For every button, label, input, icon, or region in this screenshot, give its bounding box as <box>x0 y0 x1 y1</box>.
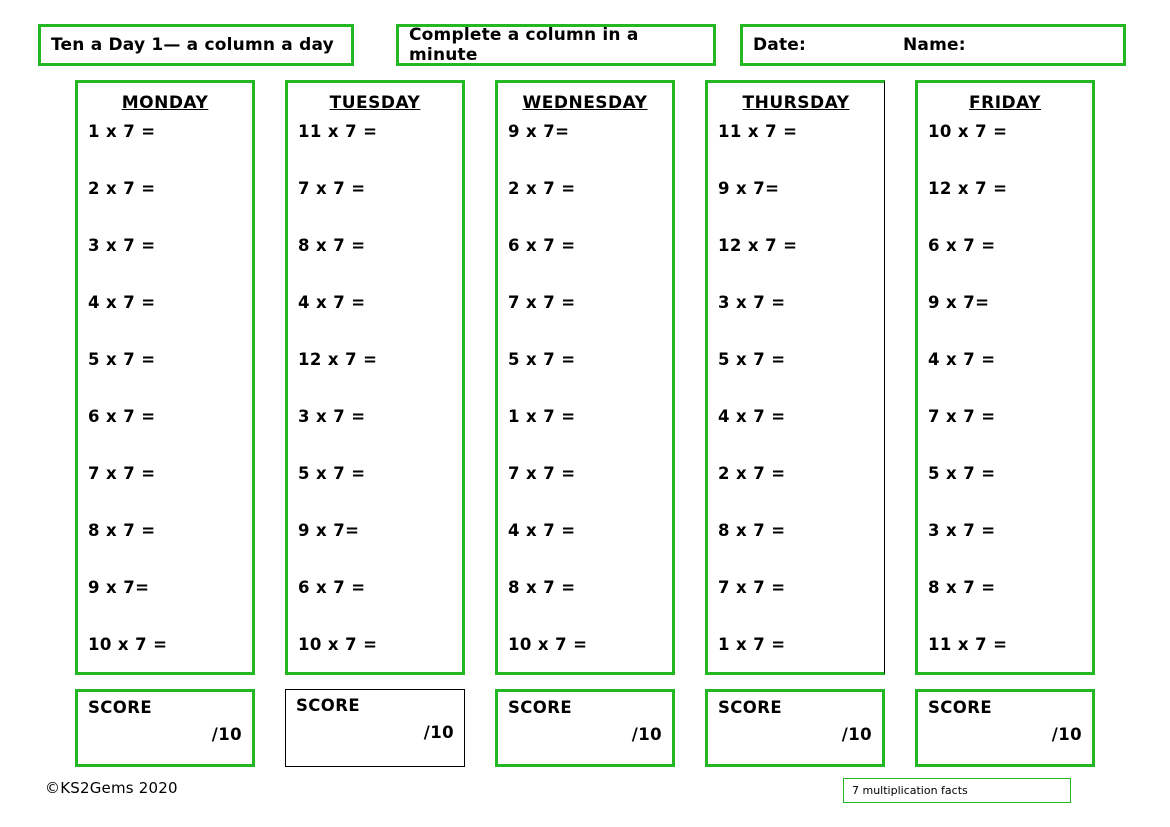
day-heading-thursday: THURSDAY <box>742 93 850 113</box>
question-item[interactable]: 7 x 7 = <box>718 574 884 631</box>
question-box-tuesday: TUESDAY 11 x 7 = 7 x 7 = 8 x 7 = 4 x 7 =… <box>285 80 465 675</box>
score-label: SCORE <box>88 698 152 717</box>
question-item[interactable]: 3 x 7 = <box>718 289 884 346</box>
day-column-thursday: THURSDAY 11 x 7 = 9 x 7= 12 x 7 = 3 x 7 … <box>705 80 885 675</box>
question-item[interactable]: 2 x 7 = <box>718 460 884 517</box>
question-item[interactable]: 8 x 7 = <box>928 574 1092 631</box>
question-list-tuesday: 11 x 7 = 7 x 7 = 8 x 7 = 4 x 7 = 12 x 7 … <box>298 118 462 688</box>
question-item[interactable]: 5 x 7 = <box>298 460 462 517</box>
question-item[interactable]: 9 x 7= <box>88 574 252 631</box>
day-column-wednesday: WEDNESDAY 9 x 7= 2 x 7 = 6 x 7 = 7 x 7 =… <box>495 80 675 675</box>
score-label: SCORE <box>928 698 992 717</box>
question-item[interactable]: 4 x 7 = <box>298 289 462 346</box>
score-out-of: /10 <box>631 725 662 744</box>
question-item[interactable]: 11 x 7 = <box>298 118 462 175</box>
question-item[interactable]: 7 x 7 = <box>928 403 1092 460</box>
question-item[interactable]: 10 x 7 = <box>88 631 252 688</box>
question-item[interactable]: 5 x 7 = <box>88 346 252 403</box>
name-label: Name: <box>903 35 966 55</box>
question-list-wednesday: 9 x 7= 2 x 7 = 6 x 7 = 7 x 7 = 5 x 7 = 1… <box>508 118 672 688</box>
question-item[interactable]: 5 x 7 = <box>508 346 672 403</box>
score-box-tuesday[interactable]: SCORE /10 <box>285 689 465 767</box>
question-item[interactable]: 4 x 7 = <box>508 517 672 574</box>
question-item[interactable]: 4 x 7 = <box>718 403 884 460</box>
question-item[interactable]: 10 x 7 = <box>508 631 672 688</box>
question-item[interactable]: 6 x 7 = <box>928 232 1092 289</box>
question-item[interactable]: 12 x 7 = <box>928 175 1092 232</box>
question-list-thursday: 11 x 7 = 9 x 7= 12 x 7 = 3 x 7 = 5 x 7 =… <box>718 118 884 688</box>
question-item[interactable]: 1 x 7 = <box>718 631 884 688</box>
worksheet-header: Ten a Day 1— a column a day Complete a c… <box>0 24 1170 66</box>
question-item[interactable]: 3 x 7 = <box>298 403 462 460</box>
score-label: SCORE <box>508 698 572 717</box>
instruction-text: Complete a column in a minute <box>409 25 639 65</box>
day-column-tuesday: TUESDAY 11 x 7 = 7 x 7 = 8 x 7 = 4 x 7 =… <box>285 80 465 675</box>
score-box-monday[interactable]: SCORE /10 <box>75 689 255 767</box>
question-item[interactable]: 6 x 7 = <box>88 403 252 460</box>
question-item[interactable]: 8 x 7 = <box>88 517 252 574</box>
question-box-monday: MONDAY 1 x 7 = 2 x 7 = 3 x 7 = 4 x 7 = 5… <box>75 80 255 675</box>
question-item[interactable]: 8 x 7 = <box>298 232 462 289</box>
question-list-monday: 1 x 7 = 2 x 7 = 3 x 7 = 4 x 7 = 5 x 7 = … <box>88 118 252 688</box>
question-item[interactable]: 3 x 7 = <box>88 232 252 289</box>
question-item[interactable]: 1 x 7 = <box>508 403 672 460</box>
score-box-wednesday[interactable]: SCORE /10 <box>495 689 675 767</box>
question-item[interactable]: 7 x 7 = <box>508 460 672 517</box>
score-label: SCORE <box>296 696 360 715</box>
question-item[interactable]: 5 x 7 = <box>928 460 1092 517</box>
question-list-friday: 10 x 7 = 12 x 7 = 6 x 7 = 9 x 7= 4 x 7 =… <box>928 118 1092 688</box>
score-out-of: /10 <box>211 725 242 744</box>
question-item[interactable]: 9 x 7= <box>928 289 1092 346</box>
question-item[interactable]: 2 x 7 = <box>88 175 252 232</box>
question-item[interactable]: 1 x 7 = <box>88 118 252 175</box>
question-item[interactable]: 7 x 7 = <box>508 289 672 346</box>
date-name-box: Date: Name: <box>740 24 1126 66</box>
question-item[interactable]: 4 x 7 = <box>928 346 1092 403</box>
day-heading-friday: FRIDAY <box>969 93 1041 113</box>
question-item[interactable]: 8 x 7 = <box>718 517 884 574</box>
question-item[interactable]: 7 x 7 = <box>88 460 252 517</box>
question-box-wednesday: WEDNESDAY 9 x 7= 2 x 7 = 6 x 7 = 7 x 7 =… <box>495 80 675 675</box>
worksheet-instruction-box: Complete a column in a minute <box>396 24 716 66</box>
question-item[interactable]: 7 x 7 = <box>298 175 462 232</box>
question-item[interactable]: 8 x 7 = <box>508 574 672 631</box>
question-item[interactable]: 11 x 7 = <box>928 631 1092 688</box>
day-heading-monday: MONDAY <box>121 93 209 113</box>
question-item[interactable]: 5 x 7 = <box>718 346 884 403</box>
day-heading-tuesday: TUESDAY <box>329 93 421 113</box>
score-label: SCORE <box>718 698 782 717</box>
copyright-notice: ©KS2Gems 2020 <box>45 779 178 797</box>
question-item[interactable]: 2 x 7 = <box>508 175 672 232</box>
question-item[interactable]: 6 x 7 = <box>298 574 462 631</box>
score-box-thursday[interactable]: SCORE /10 <box>705 689 885 767</box>
question-item[interactable]: 10 x 7 = <box>298 631 462 688</box>
question-item[interactable]: 9 x 7= <box>718 175 884 232</box>
day-column-friday: FRIDAY 10 x 7 = 12 x 7 = 6 x 7 = 9 x 7= … <box>915 80 1095 675</box>
score-box-friday[interactable]: SCORE /10 <box>915 689 1095 767</box>
question-item[interactable]: 4 x 7 = <box>88 289 252 346</box>
question-box-thursday: THURSDAY 11 x 7 = 9 x 7= 12 x 7 = 3 x 7 … <box>705 80 885 675</box>
page-title: Ten a Day 1— a column a day <box>51 35 334 55</box>
question-box-friday: FRIDAY 10 x 7 = 12 x 7 = 6 x 7 = 9 x 7= … <box>915 80 1095 675</box>
date-label: Date: <box>753 35 807 55</box>
score-out-of: /10 <box>841 725 872 744</box>
question-item[interactable]: 12 x 7 = <box>718 232 884 289</box>
worksheet-title-box: Ten a Day 1— a column a day <box>38 24 354 66</box>
facts-tag-box: 7 multiplication facts <box>843 778 1071 803</box>
question-item[interactable]: 9 x 7= <box>298 517 462 574</box>
question-item[interactable]: 3 x 7 = <box>928 517 1092 574</box>
day-heading-wednesday: WEDNESDAY <box>522 93 648 113</box>
score-out-of: /10 <box>1051 725 1082 744</box>
question-item[interactable]: 9 x 7= <box>508 118 672 175</box>
question-item[interactable]: 10 x 7 = <box>928 118 1092 175</box>
day-column-monday: MONDAY 1 x 7 = 2 x 7 = 3 x 7 = 4 x 7 = 5… <box>75 80 255 675</box>
question-item[interactable]: 12 x 7 = <box>298 346 462 403</box>
question-item[interactable]: 6 x 7 = <box>508 232 672 289</box>
question-item[interactable]: 11 x 7 = <box>718 118 884 175</box>
score-out-of: /10 <box>423 723 454 742</box>
facts-tag-label: 7 multiplication facts <box>852 784 968 797</box>
